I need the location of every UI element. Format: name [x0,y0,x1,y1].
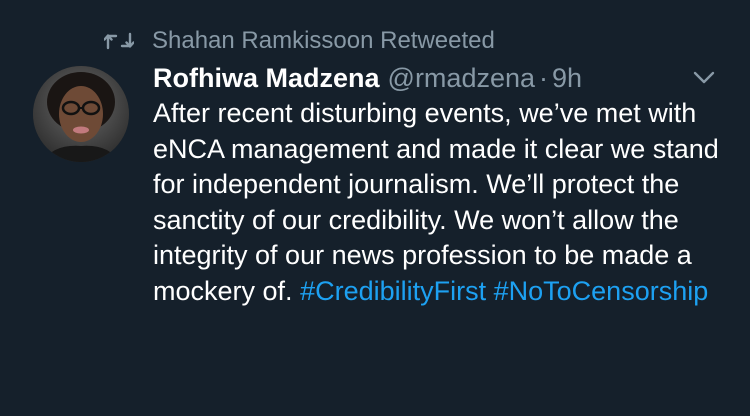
tweet-text: After recent disturbing events, we’ve me… [153,96,728,309]
retweet-icon [104,32,134,50]
hashtag-link[interactable]: #NoToCensorship [494,276,709,306]
timestamp[interactable]: 9h [552,63,582,94]
avatar-image [33,66,129,162]
chevron-down-icon[interactable] [690,66,718,88]
retweet-label: Shahan Ramkissoon Retweeted [152,27,495,54]
avatar[interactable] [33,66,129,162]
user-handle[interactable]: @rmadzena [388,63,535,94]
hashtag-link[interactable]: #CredibilityFirst [300,276,486,306]
retweet-context: Shahan Ramkissoon Retweeted [104,26,495,56]
separator-dot: · [539,62,549,93]
display-name[interactable]: Rofhiwa Madzena [153,63,380,94]
tweet-header: Rofhiwa Madzena @rmadzena · 9h [153,60,582,96]
tweet-card[interactable]: Shahan Ramkissoon Retweeted Rofhiwa Madz… [0,0,750,416]
tweet-body: After recent disturbing events, we’ve me… [153,98,719,306]
